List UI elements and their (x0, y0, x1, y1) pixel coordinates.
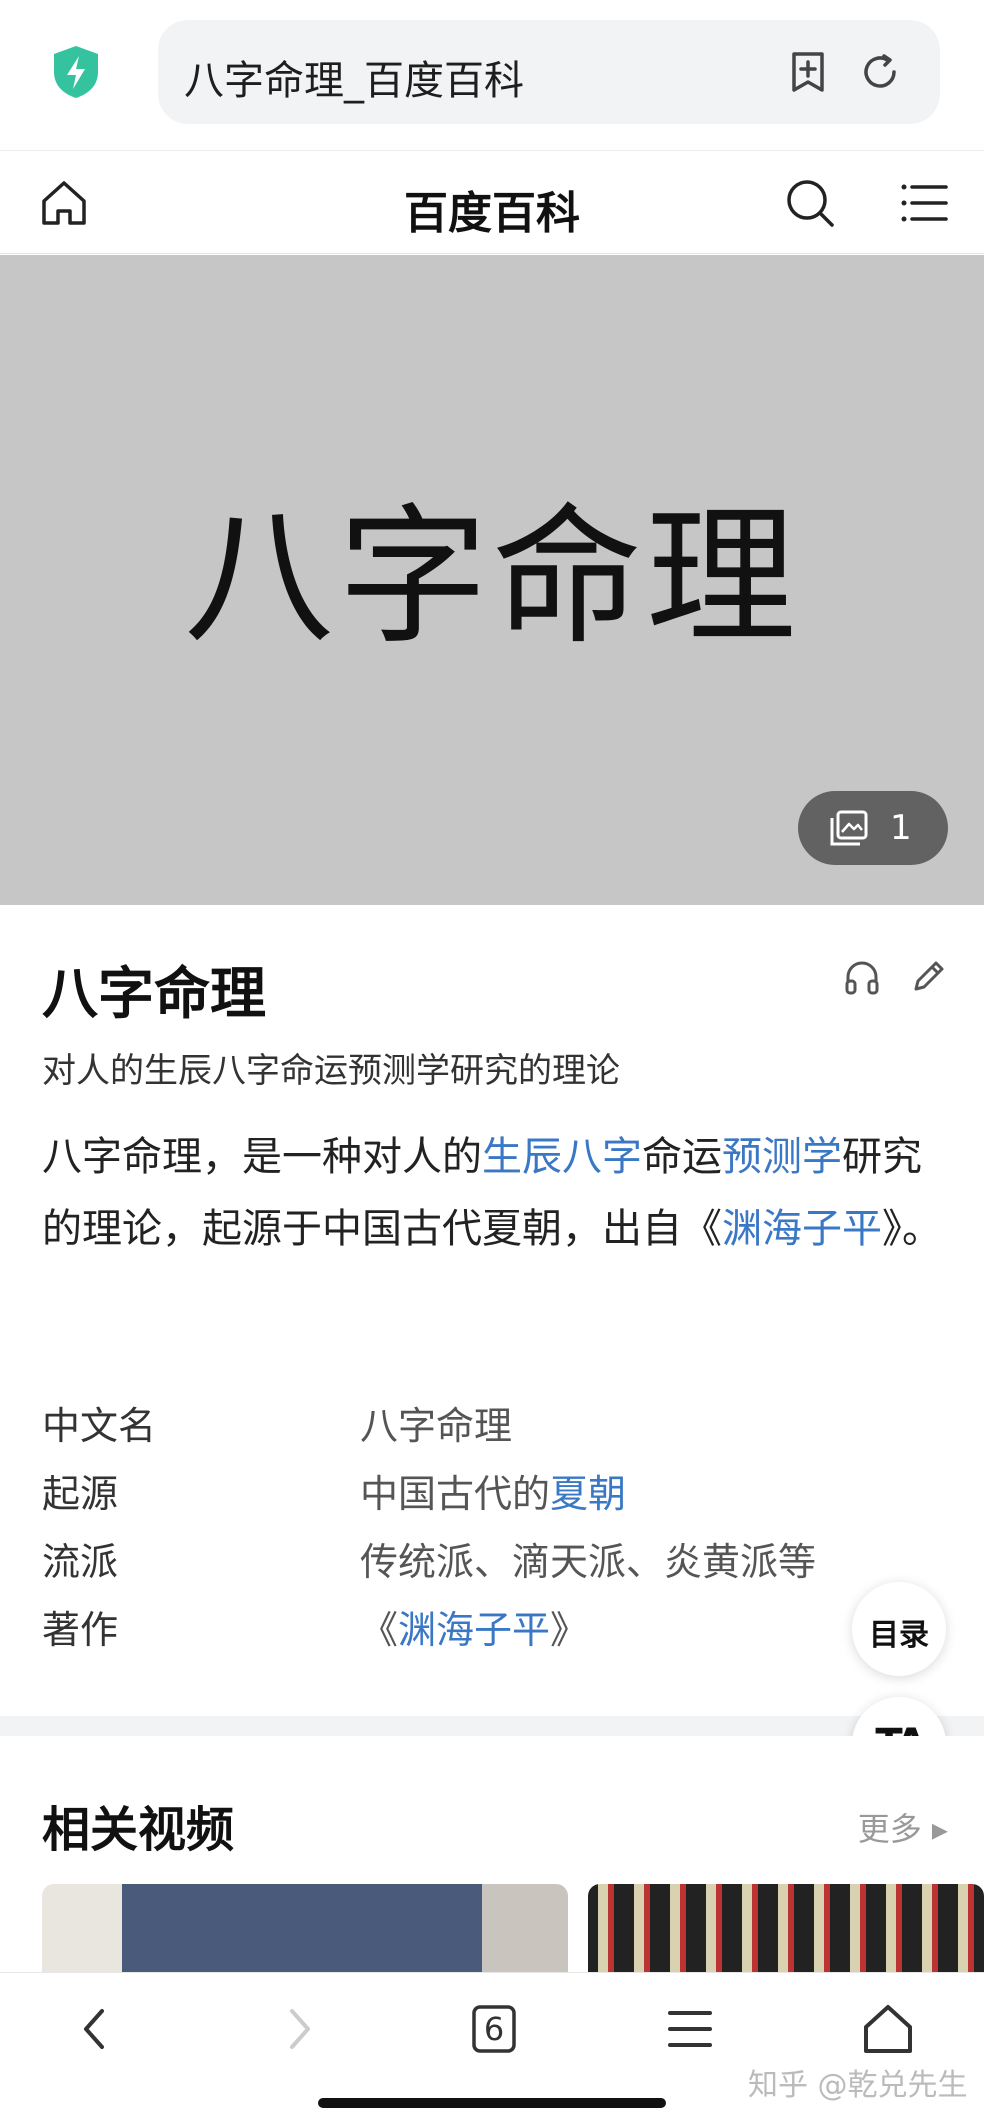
add-bookmark-icon[interactable] (786, 50, 830, 94)
info-row: 中文名 八字命理 (42, 1395, 942, 1463)
page-subtitle: 对人的生辰八字命运预测学研究的理论 (42, 1051, 620, 1091)
info-value: 《渊海子平》 (360, 1599, 588, 1654)
album-button[interactable]: 1 (798, 791, 948, 865)
hamburger-menu-icon[interactable] (660, 1999, 720, 2059)
hero-image[interactable]: 八字命理 1 (0, 255, 984, 905)
address-bar[interactable]: 八字命理_百度百科 (158, 20, 940, 124)
info-value-text: 中国古代的 (360, 1472, 551, 1516)
info-box: 中文名 八字命理起源 中国古代的夏朝流派 传统派、滴天派、炎黄派等著作 《渊海子平》 (42, 1395, 942, 1667)
video-thumbnail[interactable] (42, 1884, 568, 1974)
address-bar-text[interactable]: 八字命理_百度百科 (184, 48, 524, 106)
info-value: 八字命理 (360, 1395, 512, 1450)
summary-text: 八字命理，是一种对人的 (42, 1134, 482, 1180)
tabs-button[interactable]: 6 (464, 1999, 524, 2059)
summary-text: 命运 (642, 1134, 722, 1180)
summary-link[interactable]: 渊海子平 (722, 1206, 882, 1252)
watermark: 知乎 @乾兑先生 (748, 2068, 968, 2103)
headphones-icon[interactable] (842, 957, 882, 997)
summary-link[interactable]: 生辰八字 (482, 1134, 642, 1180)
site-header: 百度百科 (0, 150, 984, 254)
info-value-text: 》 (550, 1608, 589, 1652)
page-title: 八字命理 (42, 962, 266, 1027)
section-divider (0, 1716, 984, 1736)
hero-image-text: 八字命理 (183, 491, 800, 665)
album-count: 1 (890, 808, 912, 848)
info-value: 中国古代的夏朝 (360, 1463, 626, 1518)
browser-toolbar: 八字命理_百度百科 (0, 0, 984, 146)
info-label: 中文名 (42, 1404, 157, 1448)
refresh-icon[interactable] (858, 50, 902, 94)
related-videos-section: 相关视频 更多 ▸ (0, 1736, 984, 1974)
summary-text: 》。 (882, 1206, 942, 1252)
info-row: 著作 《渊海子平》 (42, 1599, 942, 1667)
info-value-text: 《 (360, 1608, 399, 1652)
home-tab-icon[interactable] (858, 1999, 918, 2059)
home-indicator[interactable] (318, 2098, 666, 2108)
info-value-link[interactable]: 夏朝 (550, 1472, 626, 1516)
gallery-icon (830, 810, 868, 846)
info-value: 传统派、滴天派、炎黄派等 (360, 1531, 816, 1586)
toc-button[interactable]: 目录 (852, 1582, 946, 1676)
forward-icon[interactable] (268, 1999, 328, 2059)
related-videos-title: 相关视频 (42, 1802, 235, 1858)
article-summary: 八字命理，是一种对人的生辰八字命运预测学研究的理论，起源于中国古代夏朝，出自《渊… (42, 1121, 952, 1265)
info-value-link[interactable]: 渊海子平 (398, 1608, 550, 1652)
summary-link[interactable]: 预测学 (722, 1134, 842, 1180)
info-row: 流派 传统派、滴天派、炎黄派等 (42, 1531, 942, 1599)
tab-count: 6 (483, 2010, 505, 2048)
more-videos-link[interactable]: 更多 ▸ (858, 1804, 948, 1850)
edit-pencil-icon[interactable] (908, 957, 948, 997)
info-value-text: 八字命理 (360, 1404, 513, 1448)
shield-bolt-icon[interactable] (50, 44, 102, 100)
title-actions (842, 957, 948, 997)
article-section: 八字命理 对人的生辰八字命运预测学研究的理论 八字命理，是一种对人的生辰八字命运… (0, 905, 984, 1715)
menu-list-icon[interactable] (896, 175, 952, 231)
info-label: 起源 (42, 1472, 119, 1516)
video-thumbnail[interactable] (588, 1884, 984, 1974)
toc-button-label: 目录 (869, 1618, 929, 1653)
info-label: 流派 (42, 1540, 119, 1584)
info-row: 起源 中国古代的夏朝 (42, 1463, 942, 1531)
search-icon[interactable] (782, 175, 838, 231)
info-value-text: 传统派、滴天派、炎黄派等 (360, 1540, 817, 1584)
back-icon[interactable] (66, 1999, 126, 2059)
info-label: 著作 (42, 1608, 119, 1652)
